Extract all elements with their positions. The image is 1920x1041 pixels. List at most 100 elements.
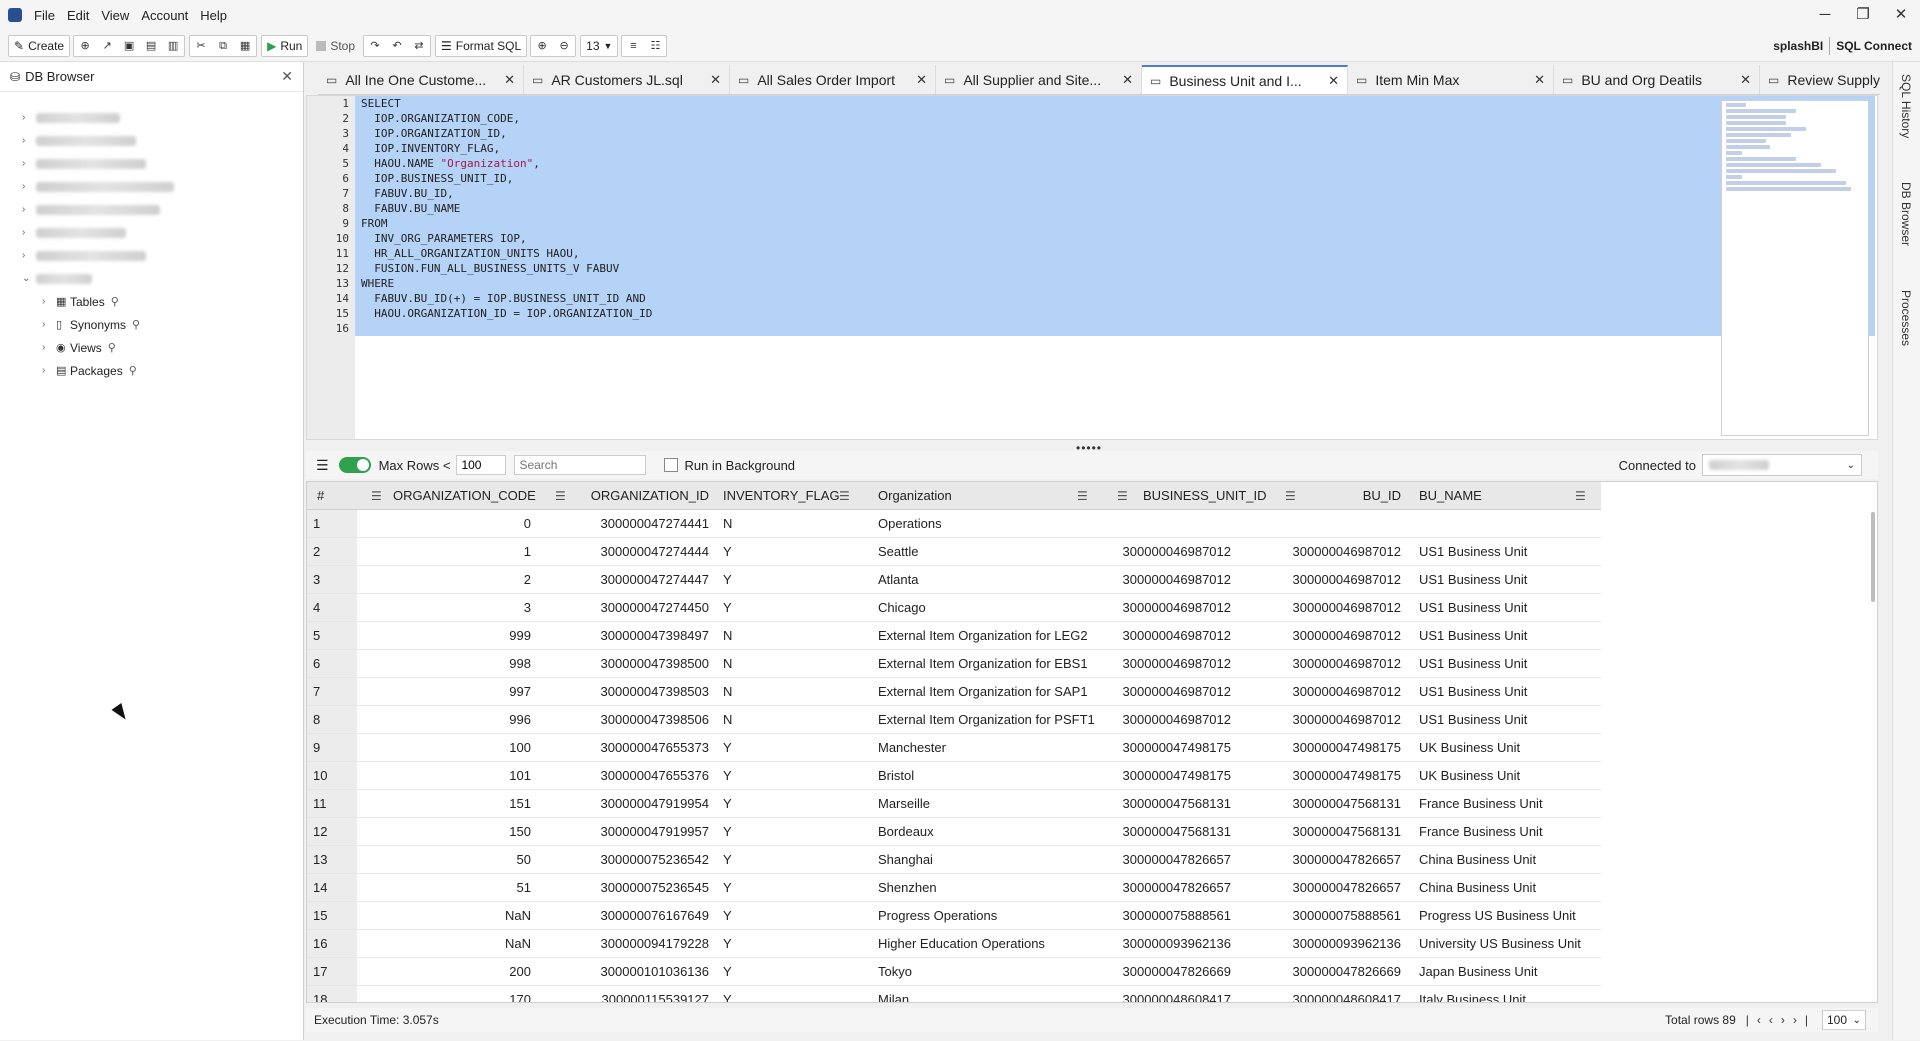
uncomment-icon[interactable]: ☷ (644, 36, 666, 56)
code-area[interactable]: SELECT IOP.ORGANIZATION_CODE, IOP.ORGANI… (355, 96, 1875, 336)
tree-node-views[interactable]: › ◉ Views ⚲ (0, 336, 303, 359)
table-row[interactable]: 10 101 300000047655376 Y Bristol 300000047498… (307, 762, 1601, 790)
tree-node[interactable]: › (0, 221, 303, 244)
tree-node-packages[interactable]: › ▤ Packages ⚲ (0, 359, 303, 382)
run-in-background-checkbox[interactable] (664, 458, 679, 472)
col-header-organization-id[interactable]: ORGANIZATION_ID (575, 482, 715, 510)
col-header-bu-name[interactable]: BU_NAME (1413, 482, 1563, 510)
col-header-inventory-flag[interactable]: INVENTORY_FLAG (717, 482, 847, 510)
tree-node[interactable]: › (0, 244, 303, 267)
table-row[interactable]: 14 51 300000075236545 Y Shenzhen 300000047826… (307, 874, 1601, 902)
close-tab-icon[interactable]: ✕ (1740, 72, 1751, 88)
table-row[interactable]: 5 999 300000047398497 N External Item Organi… (307, 622, 1601, 650)
paste-icon[interactable]: ▦ (234, 36, 256, 56)
save-all-icon[interactable]: ▥ (162, 36, 184, 56)
tab-6[interactable]: ▭ Item Min Max ✕ (1348, 65, 1554, 94)
col-header-organization-code[interactable]: ORGANIZATION_CODE (387, 482, 537, 510)
run-button[interactable]: ▶ Run (261, 34, 309, 57)
zoom-in-icon[interactable]: ⊕ (531, 36, 553, 56)
table-row[interactable]: 12 150 300000047919957 Y Bordeaux 30000004756… (307, 818, 1601, 846)
first-page-icon[interactable]: |‹ (1746, 1013, 1769, 1027)
cut-icon[interactable]: ✂ (190, 36, 212, 56)
processes-tab[interactable]: Processes (1899, 290, 1913, 346)
search-icon[interactable]: ⚲ (132, 318, 140, 331)
max-rows-input[interactable] (456, 455, 507, 475)
redo-icon[interactable]: ↷ (364, 36, 386, 56)
table-row[interactable]: 8 996 300000047398506 N External Item Organi… (307, 706, 1601, 734)
table-row[interactable]: 9 100 300000047655373 Y Manchester 3000000474… (307, 734, 1601, 762)
tab-3[interactable]: ▭ All Sales Order Import ✕ (730, 65, 936, 94)
table-row[interactable]: 17 200 300000101036136 Y Tokyo 30000004782666… (307, 958, 1601, 986)
col-header-business-unit-id[interactable]: BUSINESS_UNIT_ID (1137, 482, 1267, 510)
font-size-select[interactable]: 13 ▼ (580, 34, 619, 57)
tab-4[interactable]: ▭ All Supplier and Site... ✕ (936, 65, 1142, 94)
tab-2[interactable]: ▭ AR Customers JL.sql ✕ (524, 65, 730, 94)
comment-icon[interactable]: ≡ (622, 36, 644, 56)
tree-node[interactable]: › (0, 198, 303, 221)
results-search-input[interactable] (514, 455, 647, 475)
col-header-organization[interactable]: Organization (872, 482, 1052, 510)
prev-page-icon[interactable]: ‹ (1769, 1013, 1781, 1027)
tab-1[interactable]: ▭ All Ine One Custome... ✕ (318, 65, 524, 94)
save-icon[interactable]: ▣ (118, 36, 140, 56)
tree-node[interactable]: › (0, 106, 303, 129)
tree-node[interactable]: › (0, 129, 303, 152)
next-page-icon[interactable]: › (1781, 1013, 1793, 1027)
close-tab-icon[interactable]: ✕ (710, 72, 721, 88)
stop-button[interactable]: Stop (311, 35, 360, 57)
menu-file[interactable]: File (28, 8, 61, 23)
tab-8[interactable]: ▭ Review Supply (1760, 65, 1880, 94)
restore-icon[interactable]: ❐ (1844, 0, 1882, 30)
close-tab-icon[interactable]: ✕ (1534, 72, 1545, 88)
format-sql-button[interactable]: ☰ Format SQL (435, 34, 528, 57)
db-browser-rail-tab[interactable]: DB Browser (1899, 182, 1913, 246)
undo-icon[interactable]: ↶ (386, 36, 408, 56)
menu-account[interactable]: Account (135, 8, 194, 23)
table-row[interactable]: 7 997 300000047398503 N External Item Organi… (307, 678, 1601, 706)
tree-node[interactable]: › (0, 152, 303, 175)
close-tab-icon[interactable]: ✕ (916, 72, 927, 88)
find-replace-icon[interactable]: ⇄ (408, 36, 430, 56)
save-as-icon[interactable]: ▤ (140, 36, 162, 56)
menu-edit[interactable]: Edit (61, 8, 95, 23)
new-file-icon[interactable]: ⊕ (74, 36, 96, 56)
tab-7[interactable]: ▭ BU and Org Deatils ✕ (1554, 65, 1760, 94)
table-row[interactable]: 6 998 300000047398500 N External Item Organi… (307, 650, 1601, 678)
table-row[interactable]: 18 170 300000115539127 Y Milan 30000004860841… (307, 986, 1601, 1002)
page-size-select[interactable]: 100 ⌄ (1822, 1010, 1866, 1030)
tree-node-expanded[interactable]: ⌄ (0, 267, 303, 290)
close-tab-icon[interactable]: ✕ (1328, 73, 1339, 89)
search-icon[interactable]: ⚲ (111, 295, 119, 308)
column-menu-icon[interactable]: ☰ (371, 482, 382, 510)
copy-icon[interactable]: ⧉ (212, 36, 234, 56)
close-tab-icon[interactable]: ✕ (1122, 72, 1133, 88)
table-row[interactable]: 2 1 300000047274444 Y Seattle 300000046987012… (307, 538, 1601, 566)
table-row[interactable]: 16 NaN 300000094179228 Y Higher Education Op… (307, 930, 1601, 958)
search-icon[interactable]: ⚲ (108, 341, 116, 354)
close-panel-icon[interactable]: ✕ (281, 68, 293, 85)
connection-select[interactable]: ⌄ (1702, 454, 1862, 476)
col-header-bu-id[interactable]: BU_ID (1307, 482, 1407, 510)
zoom-out-icon[interactable]: ⊖ (553, 36, 575, 56)
create-button[interactable]: ✎ Create (8, 34, 71, 57)
open-file-icon[interactable]: ↗ (96, 36, 118, 56)
table-row[interactable]: 1 0 300000047274441 N Operations (307, 510, 1601, 538)
sql-history-tab[interactable]: SQL History (1899, 74, 1913, 138)
menu-view[interactable]: View (95, 8, 135, 23)
tab-5-active[interactable]: ▭ Business Unit and I... ✕ (1142, 65, 1348, 94)
max-rows-toggle[interactable] (338, 457, 371, 473)
table-row[interactable]: 13 50 300000075236542 Y Shanghai 300000047826… (307, 846, 1601, 874)
minimize-icon[interactable]: ─ (1806, 0, 1844, 30)
column-menu-icon[interactable]: ☰ (1117, 482, 1128, 510)
vertical-scrollbar[interactable] (1871, 512, 1875, 602)
sql-editor[interactable]: 1 2 3 4 5 6 7 8 9 10 11 12 13 14 15 16 S… (306, 95, 1878, 440)
table-row[interactable]: 3 2 300000047274447 Y Atlanta 300000046987012… (307, 566, 1601, 594)
column-menu-icon[interactable]: ☰ (1575, 482, 1586, 510)
code-minimap[interactable] (1721, 100, 1869, 436)
column-menu-icon[interactable]: ☰ (839, 482, 850, 510)
column-menu-icon[interactable]: ☰ (1077, 482, 1088, 510)
search-icon[interactable]: ⚲ (129, 364, 137, 377)
menu-help[interactable]: Help (194, 8, 233, 23)
table-row[interactable]: 15 NaN 300000076167649 Y Progress Operations… (307, 902, 1601, 930)
tree-node-synonyms[interactable]: › ▯ Synonyms ⚲ (0, 313, 303, 336)
